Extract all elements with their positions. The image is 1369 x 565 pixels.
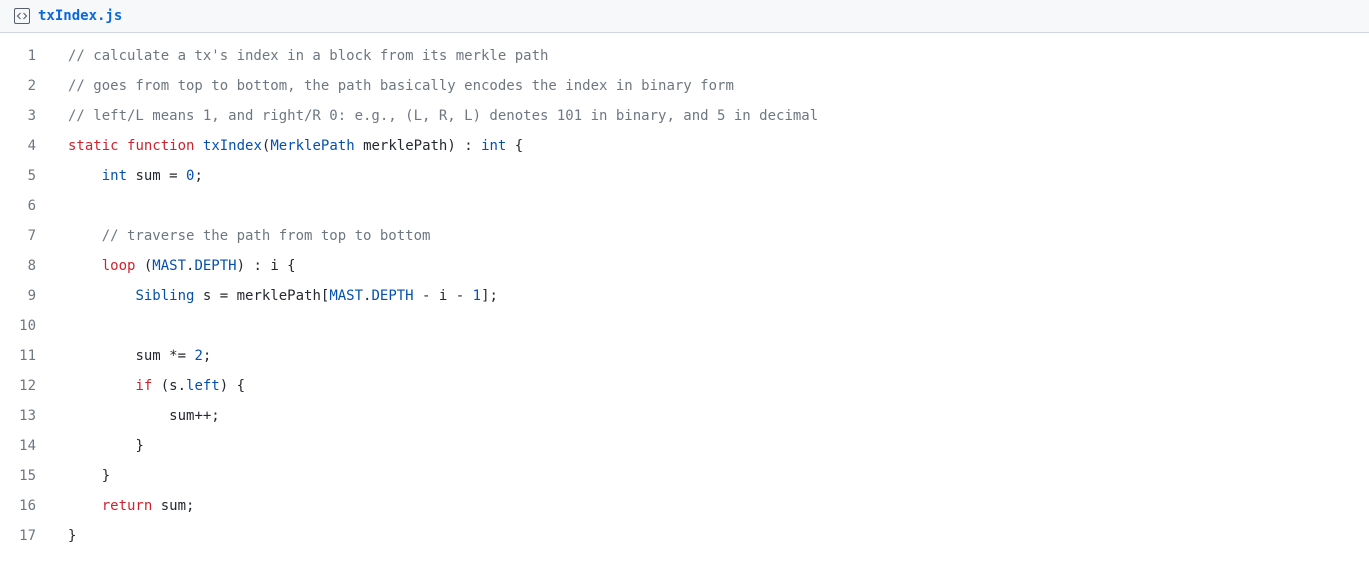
code-token: sum *= — [135, 348, 194, 364]
code-line: 17} — [0, 521, 1369, 551]
code-token: function — [127, 138, 194, 154]
code-token: 1 — [473, 288, 481, 304]
file-header: txIndex.js — [0, 0, 1369, 33]
code-line: 8 loop (MAST.DEPTH) : i { — [0, 251, 1369, 281]
line-number: 9 — [0, 281, 56, 311]
code-token: { — [506, 138, 523, 154]
code-line: 10 — [0, 311, 1369, 341]
code-token: ; — [194, 168, 202, 184]
code-token: return — [102, 498, 153, 514]
code-token: Sibling — [135, 288, 194, 304]
code-token: } — [68, 528, 76, 544]
code-token — [194, 138, 202, 154]
code-token — [119, 138, 127, 154]
code-line: 15 } — [0, 461, 1369, 491]
line-number: 16 — [0, 491, 56, 521]
code-token: if — [135, 378, 152, 394]
code-token: MAST — [152, 258, 186, 274]
filename: txIndex.js — [38, 8, 122, 24]
code-line: 16 return sum; — [0, 491, 1369, 521]
code-line: 1 // calculate a tx's index in a block fr… — [0, 41, 1369, 71]
line-content: } — [56, 431, 144, 461]
code-token: int — [102, 168, 127, 184]
code-line: 13 sum++; — [0, 401, 1369, 431]
code-token: sum; — [152, 498, 194, 514]
code-line: 11 sum *= 2; — [0, 341, 1369, 371]
code-token: DEPTH — [371, 288, 413, 304]
line-content: int sum = 0; — [56, 161, 203, 191]
code-file-icon — [14, 8, 30, 24]
line-number: 7 — [0, 221, 56, 251]
line-content: static function txIndex(MerklePath merkl… — [56, 131, 523, 161]
line-content: } — [56, 461, 110, 491]
code-line: 3 // left/L means 1, and right/R 0: e.g.,… — [0, 101, 1369, 131]
code-token: sum++; — [169, 408, 220, 424]
line-number: 12 — [0, 371, 56, 401]
code-token: ]; — [481, 288, 498, 304]
code-token: loop — [102, 258, 136, 274]
line-number: 8 — [0, 251, 56, 281]
line-number: 13 — [0, 401, 56, 431]
code-token: int — [481, 138, 506, 154]
line-content: // left/L means 1, and right/R 0: e.g., … — [56, 101, 818, 131]
code-container: 1 // calculate a tx's index in a block fr… — [0, 33, 1369, 559]
code-token: DEPTH — [194, 258, 236, 274]
code-token: // left/L means 1, and right/R 0: e.g., … — [68, 108, 818, 124]
code-line: 2 // goes from top to bottom, the path ba… — [0, 71, 1369, 101]
code-token: ; — [203, 348, 211, 364]
code-line: 5 int sum = 0; — [0, 161, 1369, 191]
code-token: ( — [135, 258, 152, 274]
line-content: sum *= 2; — [56, 341, 211, 371]
code-line: 6 — [0, 191, 1369, 221]
code-token: txIndex — [203, 138, 262, 154]
code-token: merklePath) : — [355, 138, 481, 154]
code-token: MAST — [329, 288, 363, 304]
line-number: 10 — [0, 311, 56, 341]
line-number: 11 — [0, 341, 56, 371]
line-number: 15 — [0, 461, 56, 491]
code-token: } — [102, 468, 110, 484]
code-token: - i - — [414, 288, 473, 304]
line-number: 6 — [0, 191, 56, 221]
code-token: ) { — [220, 378, 245, 394]
code-line: 12 if (s.left) { — [0, 371, 1369, 401]
line-number: 5 — [0, 161, 56, 191]
line-content: } — [56, 521, 76, 551]
code-token: // traverse the path from top to bottom — [102, 228, 431, 244]
line-content: // goes from top to bottom, the path bas… — [56, 71, 734, 101]
line-number: 4 — [0, 131, 56, 161]
code-token: 2 — [194, 348, 202, 364]
code-token: sum = — [127, 168, 186, 184]
line-number: 2 — [0, 71, 56, 101]
line-number: 1 — [0, 41, 56, 71]
line-content: loop (MAST.DEPTH) : i { — [56, 251, 296, 281]
code-token: ) : i { — [237, 258, 296, 274]
code-token: MerklePath — [270, 138, 354, 154]
code-token: s = merklePath[ — [194, 288, 329, 304]
line-content: Sibling s = merklePath[MAST.DEPTH - i - … — [56, 281, 498, 311]
line-content: // traverse the path from top to bottom — [56, 221, 430, 251]
code-line: 9 Sibling s = merklePath[MAST.DEPTH - i … — [0, 281, 1369, 311]
line-content: // calculate a tx's index in a block fro… — [56, 41, 548, 71]
code-line: 4static function txIndex(MerklePath merk… — [0, 131, 1369, 161]
code-token: // goes from top to bottom, the path bas… — [68, 78, 734, 94]
line-content: sum++; — [56, 401, 220, 431]
code-token: (s. — [152, 378, 186, 394]
line-number: 3 — [0, 101, 56, 131]
code-line: 7 // traverse the path from top to botto… — [0, 221, 1369, 251]
code-token: left — [186, 378, 220, 394]
code-token: static — [68, 138, 119, 154]
code-line: 14 } — [0, 431, 1369, 461]
line-content: if (s.left) { — [56, 371, 245, 401]
code-token: // calculate a tx's index in a block fro… — [68, 48, 548, 64]
code-token: } — [135, 438, 143, 454]
line-number: 17 — [0, 521, 56, 551]
line-content: return sum; — [56, 491, 194, 521]
line-number: 14 — [0, 431, 56, 461]
